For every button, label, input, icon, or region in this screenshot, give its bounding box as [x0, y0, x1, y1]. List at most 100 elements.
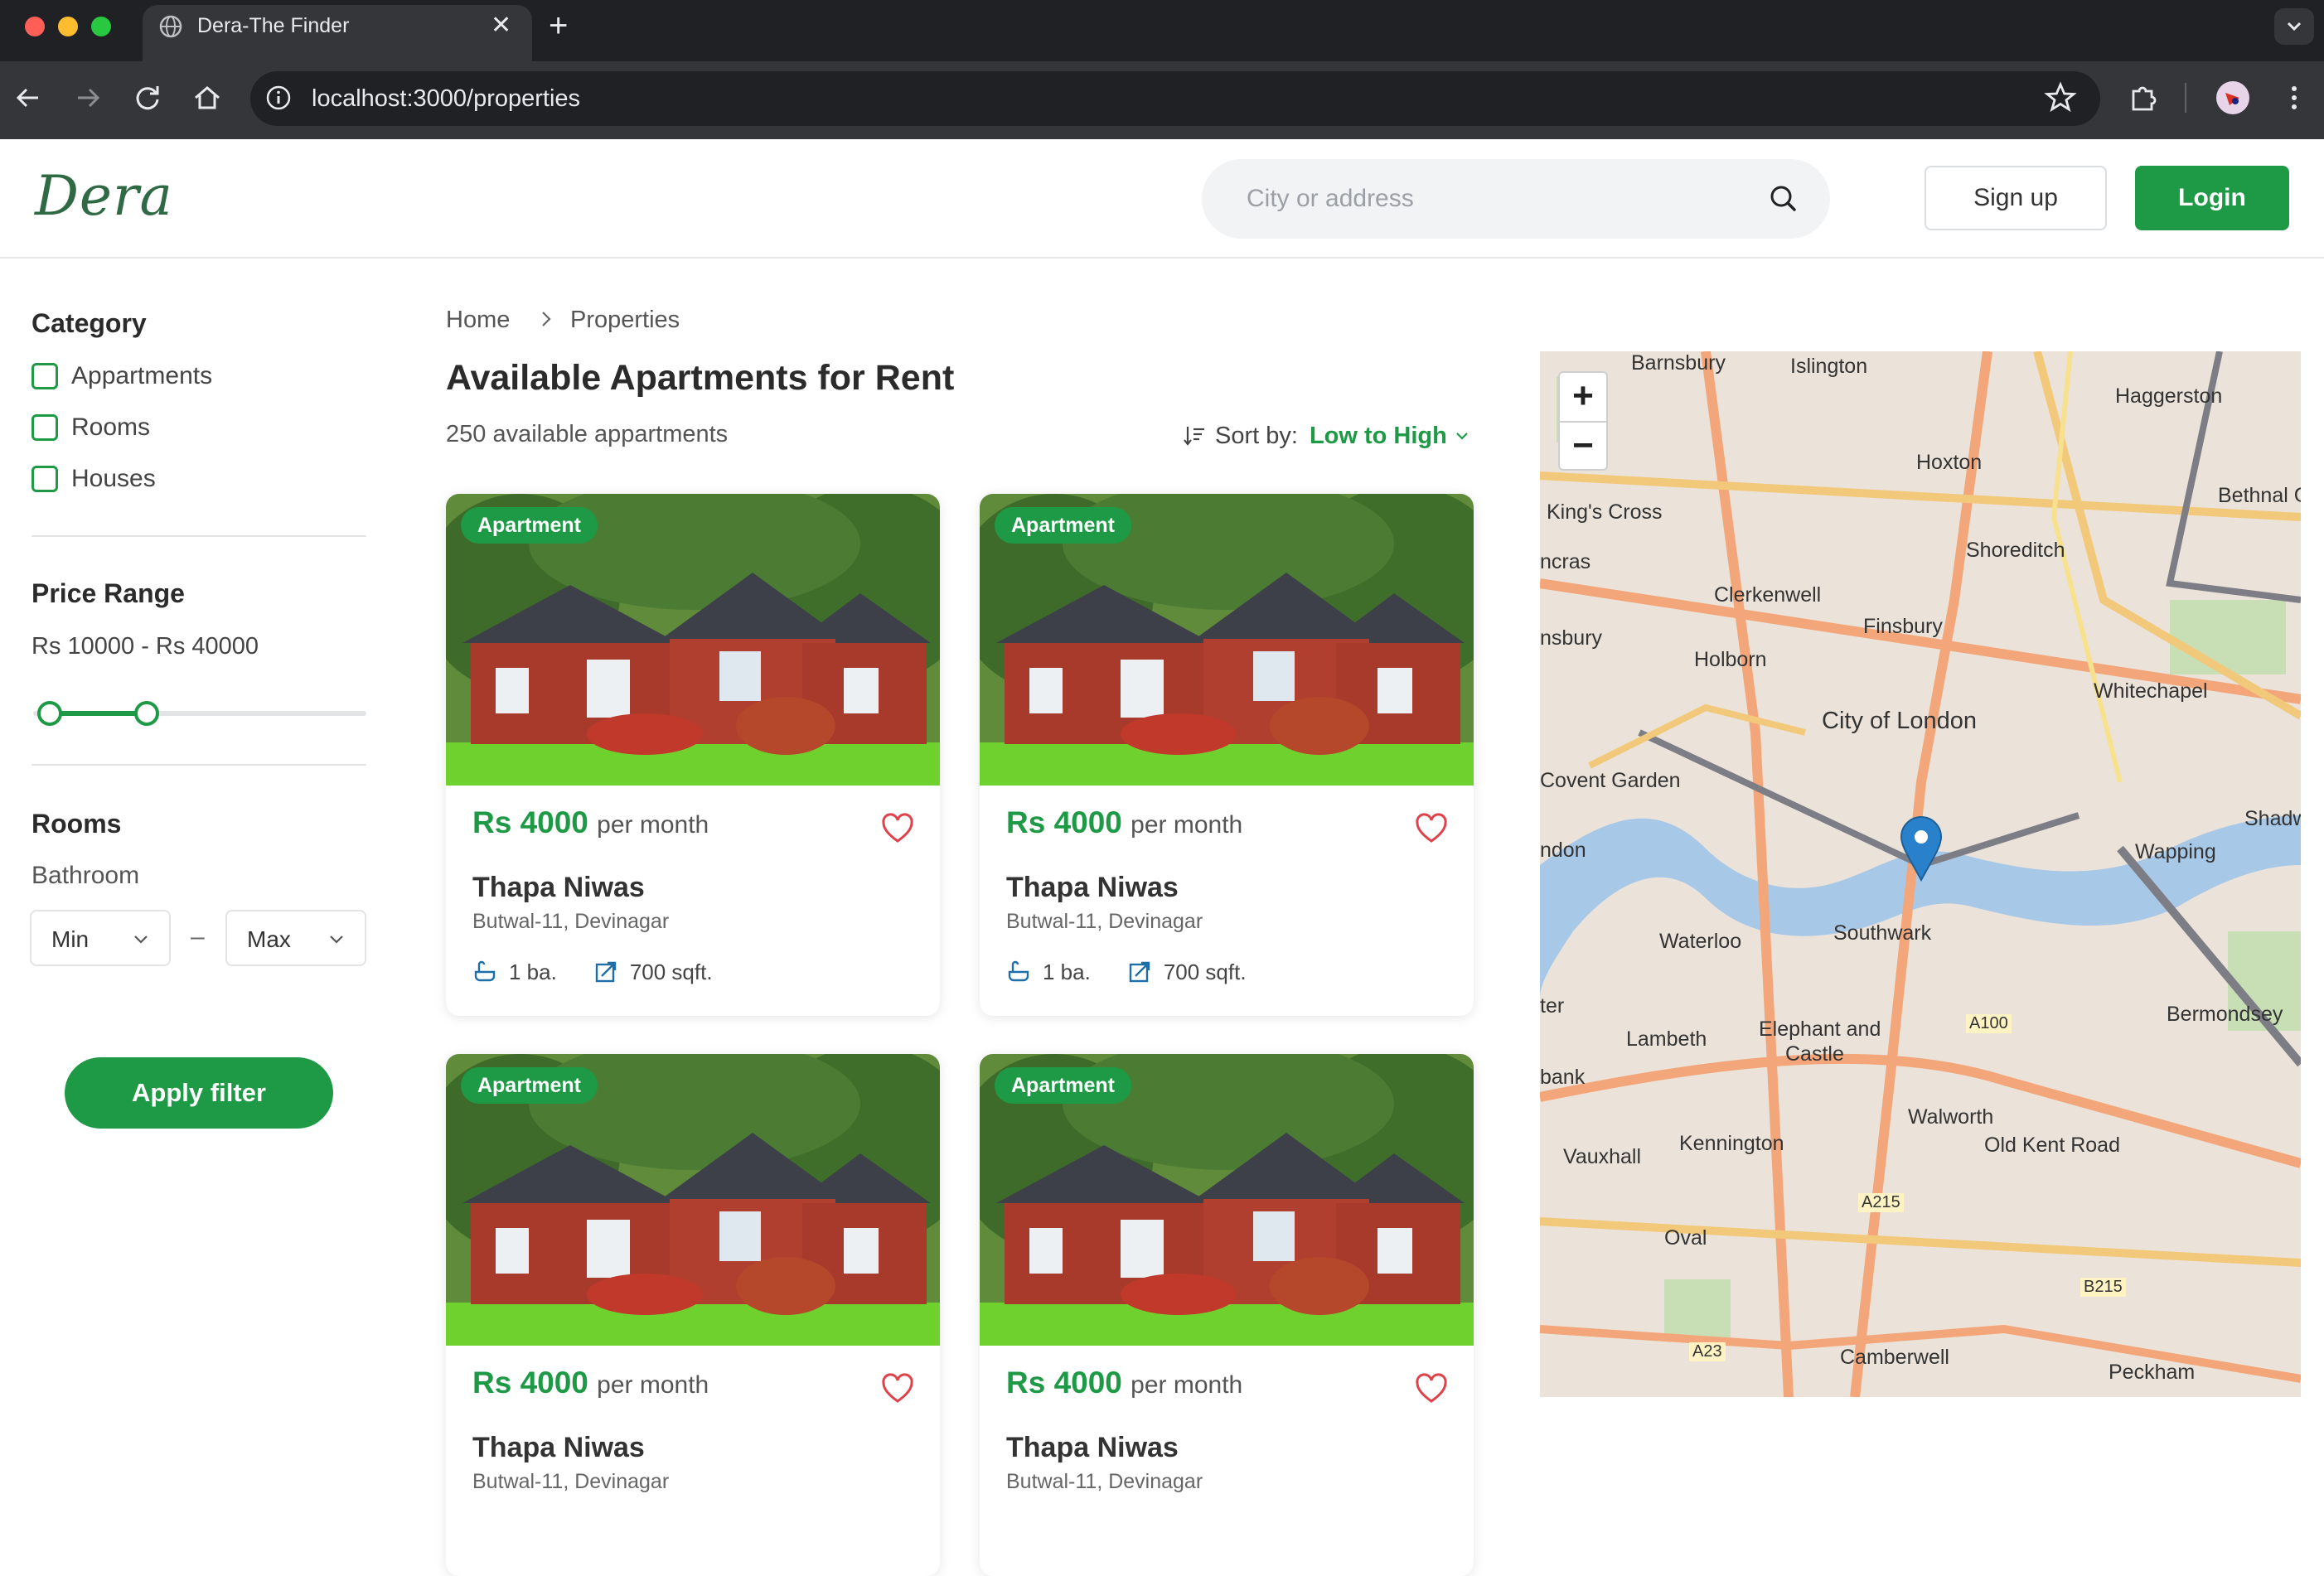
map-label: Southwark [1833, 921, 1932, 945]
heart-icon[interactable] [1414, 812, 1449, 847]
rooms-heading: Rooms [31, 809, 122, 839]
sort-control[interactable]: Sort by: Low to High [1182, 421, 1470, 451]
checkbox[interactable] [31, 363, 58, 389]
breadcrumb-home[interactable]: Home [446, 307, 510, 334]
map-label: Haggerston [2115, 384, 2223, 408]
bathroom-min-select[interactable]: Min [30, 910, 171, 966]
heart-icon[interactable] [880, 1372, 915, 1407]
map-view[interactable]: + − Barnsbury Islington Haggerston Hoxto… [1540, 351, 2301, 1397]
checkbox[interactable] [31, 466, 58, 492]
site-header: Dera Sign up Login [0, 139, 2324, 259]
map-label: Castle [1785, 1042, 1844, 1066]
property-meta: 1 ba. 700 sqft. [472, 958, 713, 986]
property-card[interactable]: Apartment Rs 4000 per month Thapa Niwas … [446, 494, 940, 1016]
extensions-icon[interactable] [2125, 80, 2162, 116]
select-value: Min [51, 926, 90, 952]
map-label: Finsbury [1863, 615, 1943, 638]
sort-label: Sort by: [1215, 422, 1298, 449]
category-option-rooms[interactable]: Rooms [31, 411, 150, 444]
bath-icon [1008, 960, 1029, 982]
star-icon[interactable] [2042, 80, 2079, 116]
category-badge: Apartment [461, 507, 598, 544]
map-label: Peckham [2109, 1361, 2196, 1384]
kebab-menu-icon[interactable] [2276, 80, 2312, 116]
property-name[interactable]: Thapa Niwas [472, 872, 645, 904]
page-title: Available Apartments for Rent [446, 358, 955, 398]
area-size: 700 sqft. [1163, 959, 1247, 984]
price: Rs 4000 per month [472, 805, 709, 840]
price-amount: Rs 4000 [472, 1366, 588, 1400]
price-period: per month [1131, 811, 1243, 839]
apply-filter-button[interactable]: Apply filter [65, 1057, 333, 1129]
area-icon [595, 961, 617, 983]
signup-button[interactable]: Sign up [1925, 166, 2107, 230]
range-separator: – [191, 923, 205, 950]
maximize-window-button[interactable] [91, 17, 111, 36]
zoom-in-button[interactable]: + [1560, 373, 1606, 421]
area-size: 700 sqft. [629, 959, 713, 984]
login-button[interactable]: Login [2135, 166, 2289, 230]
road-label: B215 [2080, 1278, 2126, 1297]
search-input[interactable] [1247, 177, 1744, 220]
profile-avatar[interactable] [2215, 80, 2251, 116]
plus-icon[interactable]: + [549, 9, 568, 42]
breadcrumb-current: Properties [570, 307, 680, 333]
heart-icon[interactable] [1414, 1372, 1449, 1407]
minimize-window-button[interactable] [58, 17, 78, 36]
property-address: Butwal-11, Devinagar [1006, 910, 1203, 933]
property-card[interactable]: Apartment Rs 4000 per month Thapa Niwas … [980, 494, 1474, 1016]
property-address: Butwal-11, Devinagar [472, 910, 670, 933]
price: Rs 4000 per month [1006, 805, 1242, 840]
map-label: ncras [1540, 550, 1591, 573]
category-option-appartments[interactable]: Appartments [31, 360, 212, 393]
road-label: A23 [1689, 1342, 1726, 1361]
property-card[interactable]: Apartment Rs 4000 per month Thapa Niwas … [446, 1054, 940, 1576]
price-range-value: Rs 10000 - Rs 40000 [31, 633, 259, 660]
search-icon[interactable] [1765, 181, 1802, 217]
category-option-houses[interactable]: Houses [31, 462, 156, 496]
map-label: Bermondsey [2167, 1003, 2283, 1026]
chevron-down-icon [330, 935, 343, 944]
category-badge: Apartment [461, 1067, 598, 1104]
search-bar[interactable] [1202, 159, 1830, 239]
map-label: Clerkenwell [1714, 583, 1822, 607]
property-name[interactable]: Thapa Niwas [1006, 1432, 1179, 1464]
zoom-out-button[interactable]: − [1560, 423, 1606, 471]
price: Rs 4000 per month [1006, 1366, 1242, 1400]
property-address: Butwal-11, Devinagar [472, 1470, 670, 1493]
back-icon[interactable] [10, 80, 46, 116]
map-label: Elephant and [1759, 1018, 1881, 1041]
close-icon[interactable]: ✕ [491, 11, 511, 41]
checkbox[interactable] [31, 414, 58, 441]
info-icon[interactable] [264, 83, 293, 113]
tab-title: Dera-The Finder [197, 14, 350, 37]
road-label: A100 [1966, 1014, 2012, 1033]
tab-search-button[interactable] [2274, 8, 2314, 45]
checkbox-label: Houses [71, 465, 156, 492]
price-slider-max-thumb[interactable] [133, 701, 159, 726]
home-icon[interactable] [189, 80, 225, 116]
logo[interactable]: Dera [35, 164, 173, 228]
map-label: Walworth [1908, 1105, 1994, 1129]
divider [31, 764, 366, 766]
price: Rs 4000 per month [472, 1366, 709, 1400]
map-label: City of London [1822, 708, 1978, 734]
price-period: per month [1131, 1371, 1243, 1399]
price-range-heading: Price Range [31, 578, 185, 608]
close-window-button[interactable] [25, 17, 45, 36]
reload-icon[interactable] [129, 80, 166, 116]
price-slider-min-thumb[interactable] [37, 701, 63, 726]
bath-count: 1 ba. [509, 959, 557, 984]
property-name[interactable]: Thapa Niwas [1006, 872, 1179, 904]
url-text[interactable]: localhost:3000/properties [312, 85, 580, 113]
map-label: Shoreditch [1966, 539, 2065, 562]
heart-icon[interactable] [880, 812, 915, 847]
forward-icon[interactable] [70, 80, 106, 116]
price-amount: Rs 4000 [1006, 805, 1122, 839]
map-label: nsbury [1540, 626, 1603, 650]
category-badge: Apartment [995, 1067, 1132, 1104]
bathroom-max-select[interactable]: Max [225, 910, 366, 966]
sort-value[interactable]: Low to High [1310, 423, 1447, 450]
property-name[interactable]: Thapa Niwas [472, 1432, 645, 1464]
property-card[interactable]: Apartment Rs 4000 per month Thapa Niwas … [980, 1054, 1474, 1576]
